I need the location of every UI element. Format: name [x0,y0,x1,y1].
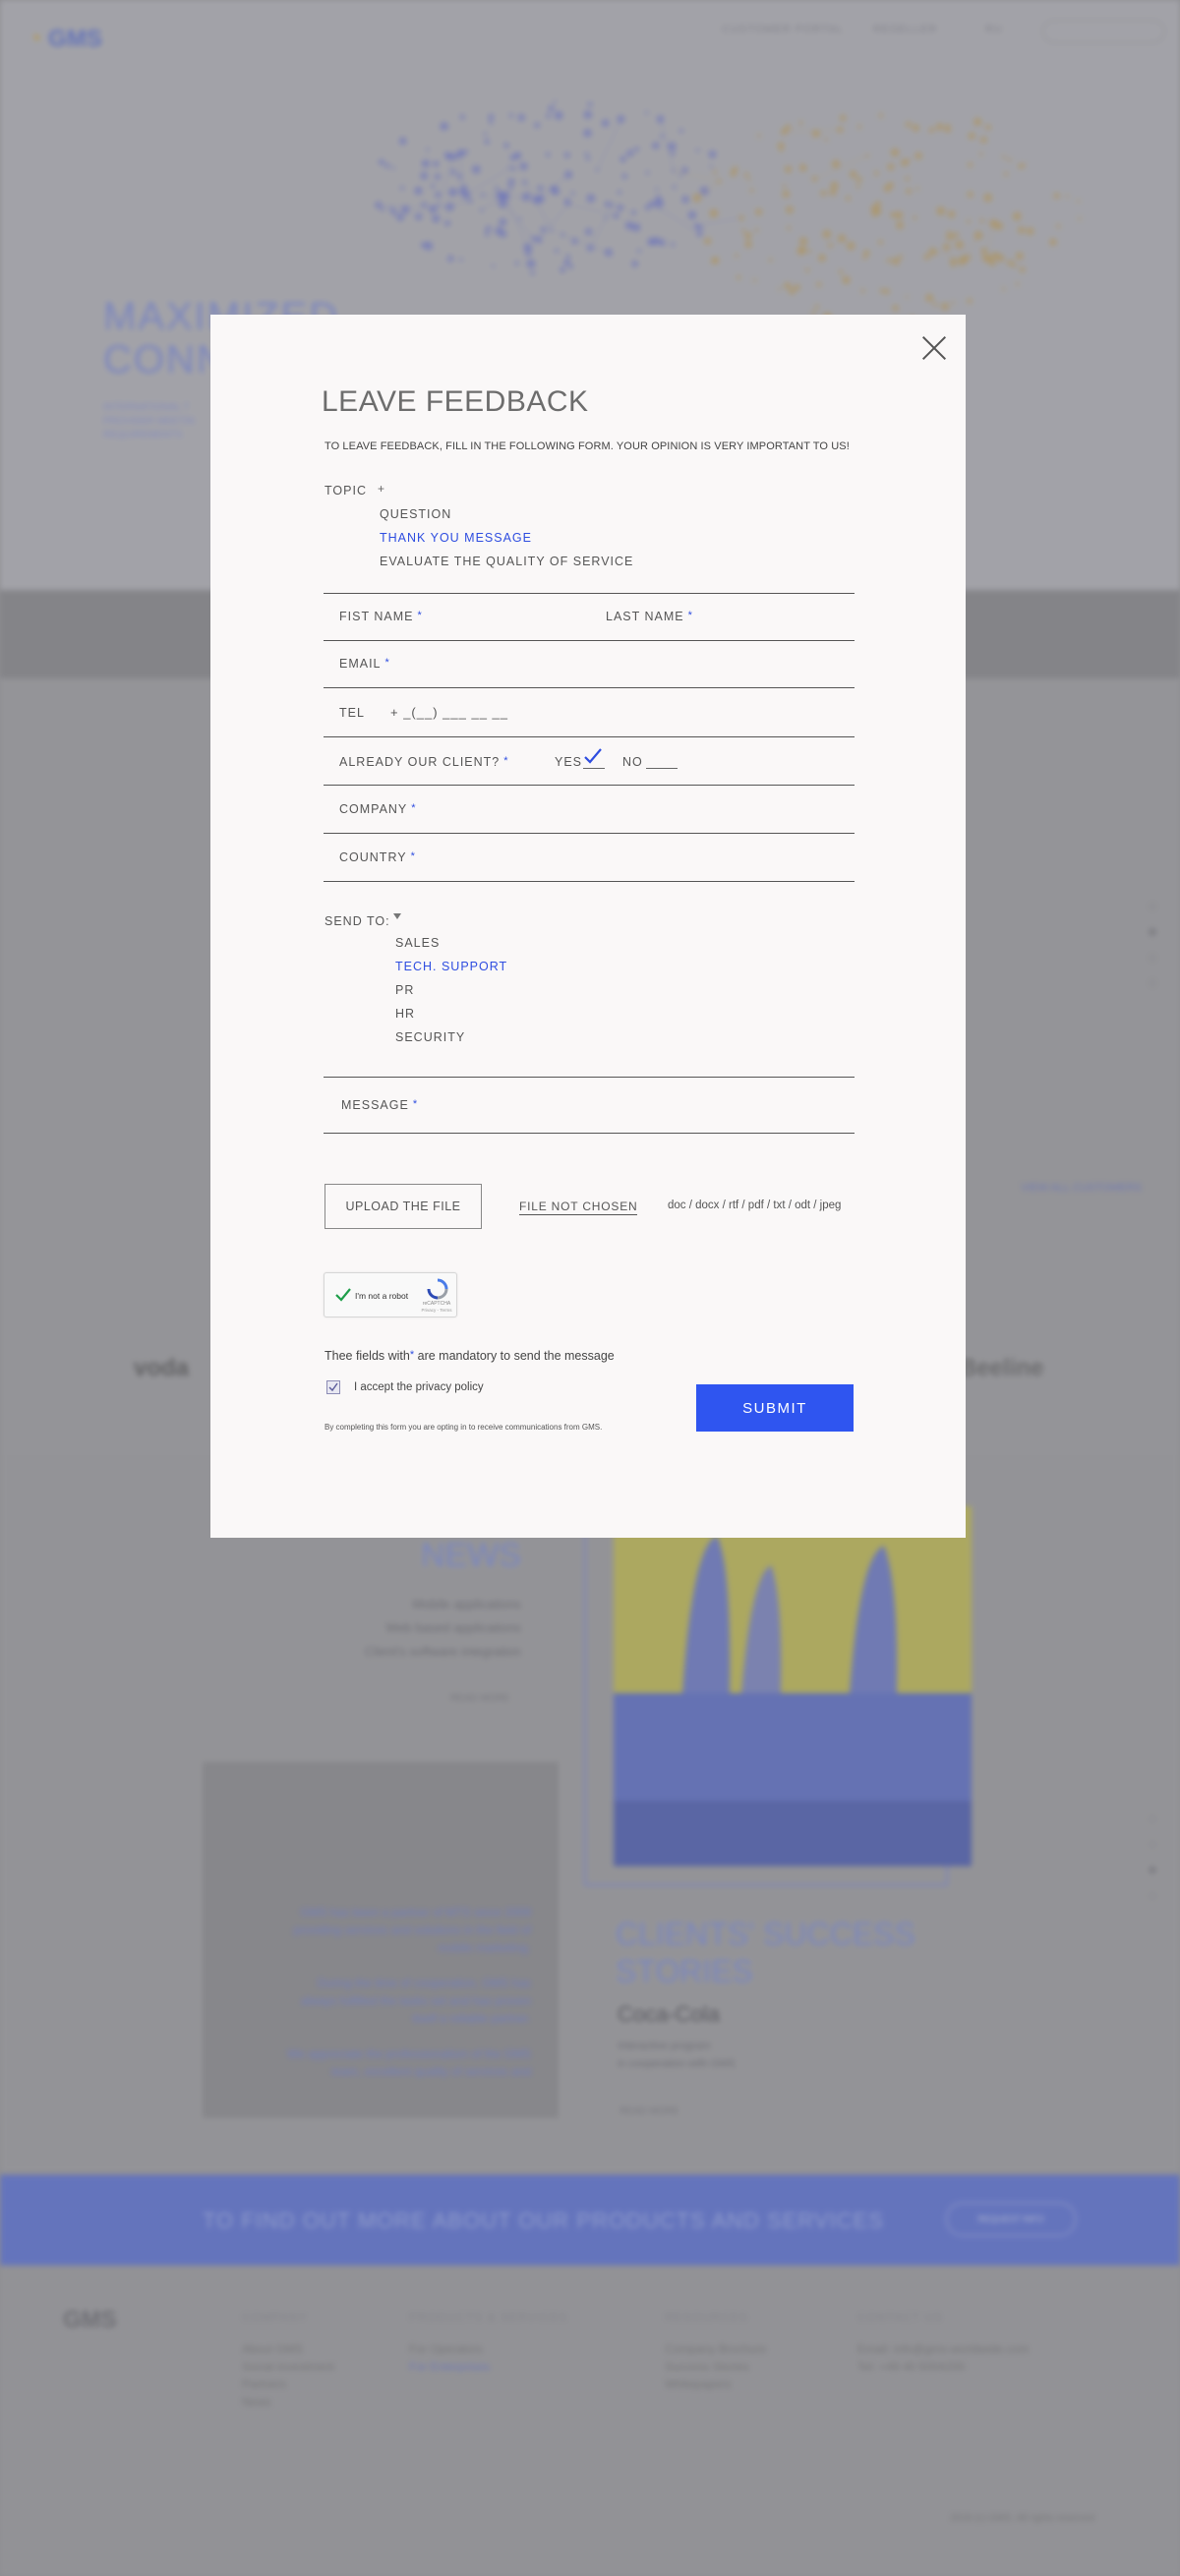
send-to-pr[interactable]: PR [395,983,414,997]
topic-option-thank-you[interactable]: THANK YOU MESSAGE [380,531,532,545]
recaptcha-label: I'm not a robot [355,1291,409,1301]
send-to-sales[interactable]: SALES [395,936,440,950]
checkmark-icon [584,748,602,764]
topic-option-question[interactable]: QUESTION [380,507,451,521]
client-no-option[interactable]: NO [622,755,643,769]
divider [324,1077,855,1078]
send-to-tech-support[interactable]: TECH. SUPPORT [395,960,507,973]
client-yes-line [583,768,605,769]
client-question-label: ALREADY OUR CLIENT? * [339,755,509,769]
privacy-label[interactable]: I accept the privacy policy [354,1381,484,1393]
recaptcha-checkbox[interactable] [334,1287,352,1303]
divider [324,640,855,641]
file-status-link[interactable]: FILE NOT CHOSEN [519,1200,638,1215]
topic-plus-icon[interactable]: + [378,482,384,496]
first-name-field[interactable]: FIST NAME * [339,610,423,623]
recaptcha-terms-link[interactable]: Privacy - Terms [417,1308,456,1313]
send-to-label: SEND TO: [324,914,390,928]
upload-file-button[interactable]: UPLOAD THE FILE [324,1184,482,1229]
divider [324,687,855,688]
chevron-down-icon[interactable] [393,913,401,919]
client-no-line [646,768,678,769]
topic-option-evaluate[interactable]: EVALUATE THE QUALITY OF SERVICE [380,555,633,568]
optin-note: By completing this form you are opting i… [324,1423,603,1432]
country-field[interactable]: COUNTRY * [339,850,416,864]
recaptcha-widget: I'm not a robot reCAPTCHA Privacy - Term… [324,1272,457,1317]
mandatory-note: Thee fields with* are mandatory to send … [324,1349,615,1363]
recaptcha-logo-icon [427,1278,448,1300]
divider [324,736,855,737]
topic-label: TOPIC [324,484,367,498]
modal-title: LEAVE FEEDBACK [322,385,589,418]
divider [324,881,855,882]
privacy-checkbox[interactable] [326,1380,340,1394]
submit-button[interactable]: SUBMIT [696,1384,854,1432]
email-field[interactable]: EMAIL * [339,657,390,671]
message-field[interactable]: MESSAGE * [341,1098,418,1112]
divider [324,833,855,834]
tel-label: TEL [339,706,365,720]
send-to-hr[interactable]: HR [395,1007,415,1021]
recaptcha-brand: reCAPTCHA [422,1301,451,1307]
feedback-modal: LEAVE FEEDBACK TO LEAVE FEEDBACK, FILL I… [210,315,966,1538]
company-field[interactable]: COMPANY * [339,802,417,816]
last-name-field[interactable]: LAST NAME * [606,610,693,623]
client-yes-option[interactable]: YES [555,755,582,769]
checkmark-icon [328,1382,338,1392]
file-types-hint: doc / docx / rtf / pdf / txt / odt / jpe… [668,1200,842,1211]
tel-input[interactable]: + _(__) ___ __ __ [390,705,508,720]
close-icon[interactable] [922,336,946,360]
divider [324,1133,855,1134]
divider [324,593,855,594]
send-to-security[interactable]: SECURITY [395,1030,465,1044]
modal-intro: TO LEAVE FEEDBACK, FILL IN THE FOLLOWING… [324,440,850,452]
divider [324,785,855,786]
